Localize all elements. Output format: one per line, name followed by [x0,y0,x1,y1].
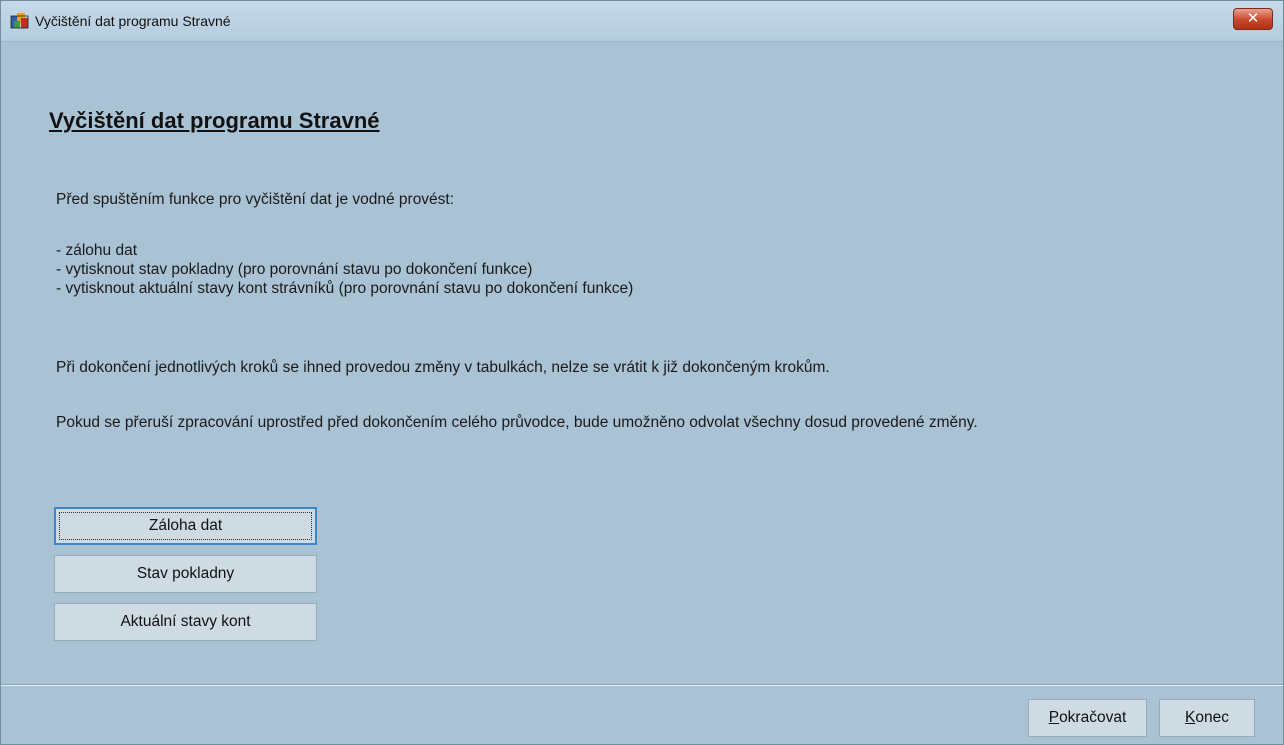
list-item: - vytisknout aktuální stavy kont strávní… [56,280,634,297]
intro-text: Před spuštěním funkce pro vyčištění dat … [56,191,455,208]
backup-button[interactable]: Záloha dat [54,507,317,545]
end-mnemonic: K [1185,709,1196,726]
footer-separator [1,684,1283,686]
close-icon: ✕ [1246,9,1260,27]
page-heading: Vyčištění dat programu Stravné [49,108,380,133]
close-button[interactable]: ✕ [1233,8,1273,30]
app-icon [10,10,30,30]
cash-status-button-label: Stav pokladny [136,565,235,582]
note-rollback: Pokud se přeruší zpracování uprostřed př… [56,414,978,431]
continue-button[interactable]: Pokračovat [1028,699,1147,737]
account-balances-button[interactable]: Aktuální stavy kont [54,603,317,641]
end-button[interactable]: Konec [1159,699,1255,737]
continue-label: okračovat [1059,709,1127,726]
window-title: Vyčištění dat programu Stravné [35,13,231,29]
continue-mnemonic: P [1048,709,1060,726]
list-item: - vytisknout stav pokladny (pro porovnán… [56,261,533,278]
note-steps: Při dokončení jednotlivých kroků se ihne… [56,359,830,376]
cash-status-button[interactable]: Stav pokladny [54,555,317,593]
list-item: - zálohu dat [56,242,137,259]
title-bar[interactable]: Vyčištění dat programu Stravné ✕ [1,1,1283,42]
cleanup-window: Vyčištění dat programu Stravné ✕ Vyčiště… [0,0,1284,745]
end-label: onec [1195,709,1229,726]
focus-rectangle [59,512,312,540]
account-balances-button-label: Aktuální stavy kont [120,613,251,630]
